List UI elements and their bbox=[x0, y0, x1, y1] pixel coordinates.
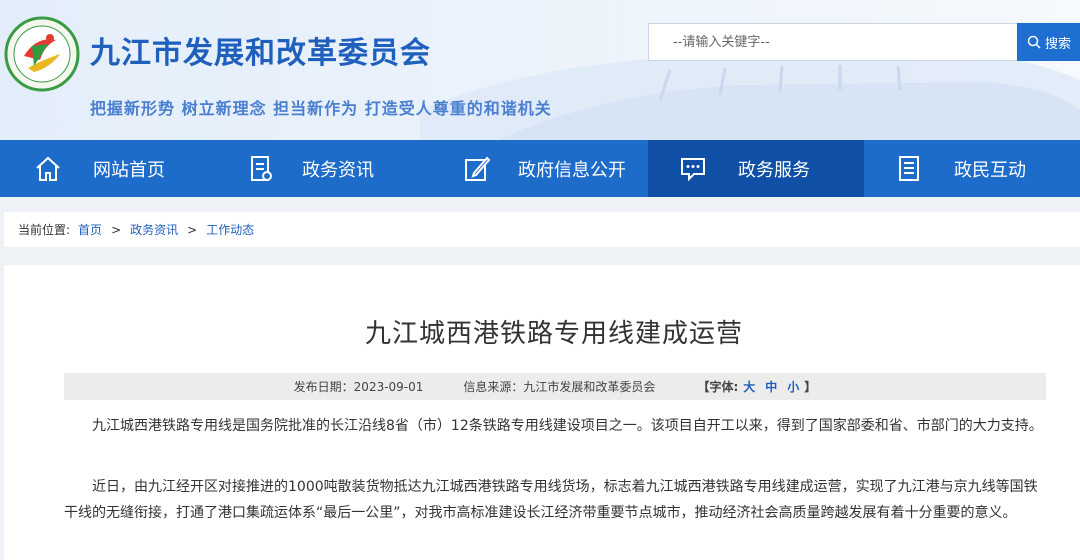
search-button[interactable]: 搜索 bbox=[1017, 23, 1080, 61]
nav-item-home[interactable]: 网站首页 bbox=[0, 140, 216, 197]
breadcrumb-home-link[interactable]: 首页 bbox=[78, 221, 102, 238]
article: 九江城西港铁路专用线建成运营 发布日期：2023-09-01 信息来源：九江市发… bbox=[4, 265, 1080, 560]
article-paragraph: 九江城西港铁路专用线是国务院批准的长江沿线8省（市）12条铁路专用线建设项目之一… bbox=[92, 418, 1043, 434]
nav-item-services[interactable]: 政务服务 bbox=[648, 140, 865, 197]
info-source: 信息来源：九江市发展和改革委员会 bbox=[463, 380, 656, 394]
main-nav: 网站首页 政务资讯 政府信息公开 政务服务 政民互动 bbox=[0, 140, 1080, 197]
nav-item-label: 政务资讯 bbox=[302, 159, 375, 181]
search-icon bbox=[1027, 35, 1041, 49]
home-icon bbox=[33, 154, 63, 184]
breadcrumb-separator: > bbox=[187, 222, 198, 237]
font-size-large-button[interactable]: 大 bbox=[743, 378, 755, 395]
nav-item-news[interactable]: 政务资讯 bbox=[216, 140, 432, 197]
nav-item-interaction[interactable]: 政民互动 bbox=[864, 140, 1080, 197]
article-paragraph: 近日，由九江经开区对接推进的1000吨散装货物抵达九江城西港铁路专用线货场，标志… bbox=[64, 479, 1038, 521]
breadcrumb-news-link[interactable]: 政务资讯 bbox=[130, 221, 178, 238]
breadcrumb-work-link[interactable]: 工作动态 bbox=[206, 221, 254, 238]
site-slogan: 把握新形势 树立新理念 担当新作为 打造受人尊重的和谐机关 bbox=[90, 99, 552, 118]
font-size-small-button[interactable]: 小 bbox=[787, 378, 799, 395]
font-size-medium-button[interactable]: 中 bbox=[765, 378, 777, 395]
nav-item-disclosure[interactable]: 政府信息公开 bbox=[432, 140, 648, 197]
nav-item-label: 政务服务 bbox=[738, 159, 811, 181]
search-button-label: 搜索 bbox=[1045, 36, 1072, 52]
breadcrumb: 当前位置: 首页 > 政务资讯 > 工作动态 bbox=[4, 212, 1080, 247]
article-title: 九江城西港铁路专用线建成运营 bbox=[364, 319, 743, 349]
publish-date: 发布日期：2023-09-01 bbox=[293, 380, 424, 394]
font-size-close: 】 bbox=[804, 380, 817, 394]
chat-icon bbox=[678, 154, 708, 184]
site-title: 九江市发展和改革委员会 bbox=[90, 36, 431, 71]
edit-icon bbox=[462, 154, 492, 184]
breadcrumb-separator: > bbox=[111, 222, 122, 237]
nav-item-label: 网站首页 bbox=[93, 159, 165, 181]
notes-icon bbox=[894, 154, 924, 184]
document-icon bbox=[246, 154, 276, 184]
nav-item-label: 政府信息公开 bbox=[518, 159, 627, 181]
logo-emblem bbox=[4, 16, 80, 92]
site-header: 九江市发展和改革委员会 把握新形势 树立新理念 担当新作为 打造受人尊重的和谐机… bbox=[0, 0, 1080, 140]
nav-item-label: 政民互动 bbox=[954, 159, 1027, 181]
breadcrumb-prefix: 当前位置: bbox=[18, 223, 71, 237]
search-box bbox=[648, 23, 1018, 61]
font-size-label: 【字体: bbox=[697, 380, 739, 394]
article-meta: 发布日期：2023-09-01 信息来源：九江市发展和改革委员会 【字体: 大 … bbox=[64, 373, 1046, 400]
search-input[interactable] bbox=[649, 24, 1017, 60]
